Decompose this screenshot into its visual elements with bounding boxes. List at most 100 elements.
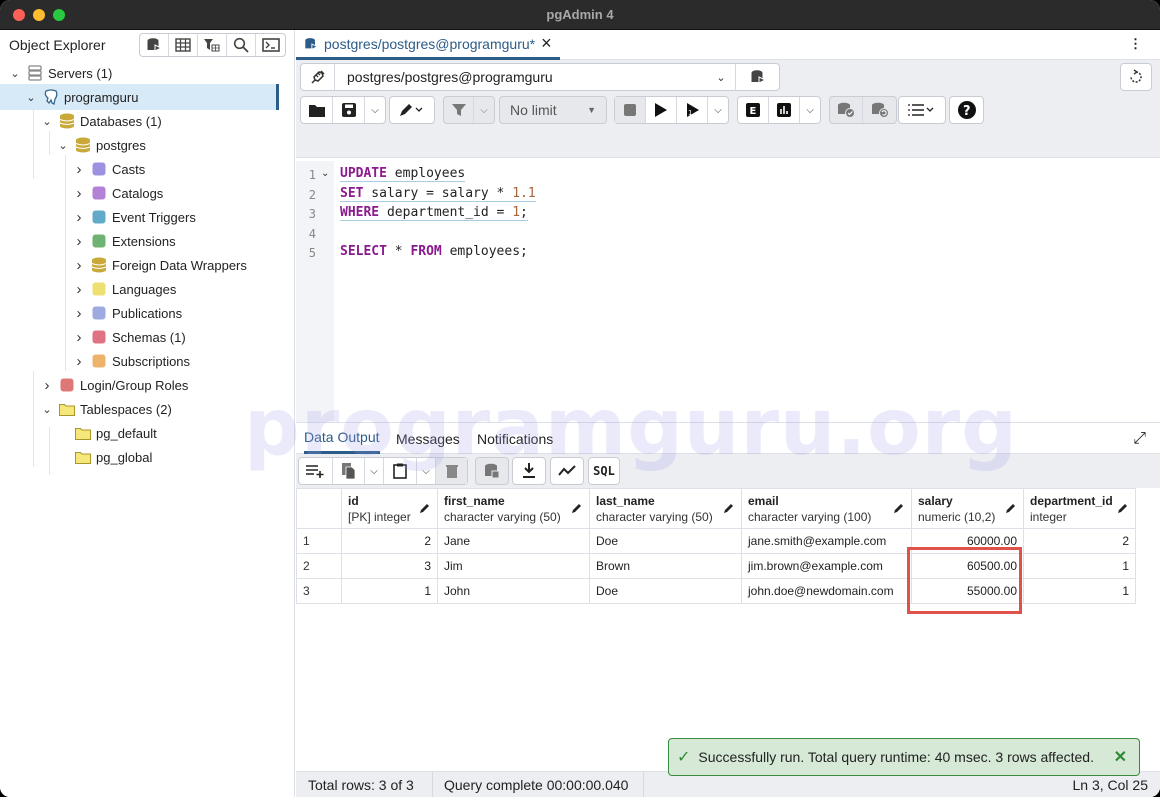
psql-tool-button[interactable] — [256, 34, 285, 56]
cell-email[interactable]: jim.brown@example.com — [741, 553, 912, 579]
commit-button[interactable] — [830, 97, 863, 123]
tree-node-postgres[interactable]: ⌄ postgres — [56, 133, 146, 157]
tree-node-foreign-data-wrappers[interactable]: › Foreign Data Wrappers — [72, 253, 247, 277]
chevron-down-icon[interactable]: ⌄ — [40, 403, 54, 416]
explain-analyze-button[interactable] — [769, 97, 800, 123]
tree-node-casts[interactable]: › Casts — [72, 157, 146, 181]
sql-button[interactable]: SQL — [589, 458, 619, 484]
chevron-right-icon[interactable]: › — [72, 257, 86, 274]
tab-notifications[interactable]: Notifications — [477, 423, 553, 454]
tree-node-schemas-1[interactable]: › Schemas (1) — [72, 325, 186, 349]
chevron-right-icon[interactable]: › — [72, 281, 86, 298]
execute-script-button[interactable]: 1 — [677, 97, 708, 123]
chevron-right-icon[interactable]: › — [72, 233, 86, 250]
column-header-salary[interactable]: salary numeric (10,2) — [911, 488, 1024, 529]
execute-button[interactable] — [646, 97, 677, 123]
edit-column-icon[interactable] — [723, 502, 735, 517]
tab-messages[interactable]: Messages — [396, 423, 460, 454]
expand-output-icon[interactable]: ⤢ — [1133, 430, 1146, 448]
tree-node-pg-default[interactable]: pg_default — [56, 421, 157, 445]
tree-node-subscriptions[interactable]: › Subscriptions — [72, 349, 191, 373]
cell-last-name[interactable]: Doe — [589, 528, 742, 554]
tree-node-event-triggers[interactable]: › Event Triggers — [72, 205, 196, 229]
chevron-right-icon[interactable]: › — [72, 185, 86, 202]
chevron-right-icon[interactable]: › — [72, 329, 86, 346]
save-options-dropdown[interactable]: ⌵ — [365, 97, 385, 123]
chevron-down-icon[interactable]: ⌄ — [8, 67, 22, 80]
chevron-right-icon[interactable]: › — [72, 161, 86, 178]
cell-last-name[interactable]: Brown — [589, 553, 742, 579]
chevron-down-icon[interactable]: ⌄ — [707, 71, 735, 84]
tree-node-extensions[interactable]: › Extensions — [72, 229, 176, 253]
filter-dropdown[interactable]: ⌵ — [474, 97, 494, 123]
cell-department-id[interactable]: 1 — [1023, 553, 1136, 579]
rollback-button[interactable] — [863, 97, 896, 123]
new-connection-button[interactable] — [735, 64, 779, 90]
tree-node-databases-1[interactable]: ⌄ Databases (1) — [40, 109, 162, 133]
graph-visualiser-button[interactable] — [551, 458, 583, 484]
tree-node-tablespaces-2[interactable]: ⌄ Tablespaces (2) — [40, 397, 171, 421]
tree-node-publications[interactable]: › Publications — [72, 301, 183, 325]
download-csv-button[interactable] — [513, 458, 545, 484]
tree-node-programguru[interactable]: ⌄ programguru — [24, 85, 138, 109]
cell-id[interactable]: 3 — [341, 553, 438, 579]
search-objects-button[interactable] — [227, 34, 256, 56]
macros-button[interactable] — [899, 97, 945, 123]
row-number[interactable]: 1 — [296, 528, 342, 554]
cell-email[interactable]: john.doe@newdomain.com — [741, 578, 912, 604]
save-file-button[interactable] — [333, 97, 365, 123]
close-toast-icon[interactable]: ✕ — [1114, 747, 1127, 767]
cell-last-name[interactable]: Doe — [589, 578, 742, 604]
more-options-icon[interactable]: ⋮ — [1129, 36, 1142, 52]
tab-data-output[interactable]: Data Output — [304, 423, 380, 454]
column-header-first-name[interactable]: first_name character varying (50) — [437, 488, 590, 529]
save-data-button[interactable] — [476, 458, 508, 484]
paste-button[interactable] — [384, 458, 417, 484]
chevron-down-icon[interactable]: ⌄ — [24, 91, 38, 104]
row-limit-select[interactable]: No limit ▼ — [499, 96, 607, 124]
query-tool-button[interactable] — [140, 34, 169, 56]
cell-id[interactable]: 2 — [341, 528, 438, 554]
cell-first-name[interactable]: John — [437, 578, 590, 604]
help-button[interactable]: ? — [950, 97, 983, 123]
edit-column-icon[interactable] — [419, 502, 431, 517]
chevron-down-icon[interactable]: ⌄ — [56, 139, 70, 152]
close-tab-icon[interactable]: × — [541, 33, 552, 54]
chevron-right-icon[interactable]: › — [72, 209, 86, 226]
filter-button[interactable] — [444, 97, 474, 123]
chevron-right-icon[interactable]: › — [72, 353, 86, 370]
copy-button[interactable] — [333, 458, 365, 484]
editor-tab[interactable]: postgres/postgres@programguru* × — [296, 30, 560, 60]
tree-node-languages[interactable]: › Languages — [72, 277, 177, 301]
explain-options-dropdown[interactable]: ⌵ — [800, 97, 820, 123]
row-number[interactable]: 3 — [296, 578, 342, 604]
fold-chevron-icon[interactable]: ⌄ — [321, 168, 329, 179]
chevron-right-icon[interactable]: › — [40, 377, 54, 394]
delete-row-button[interactable] — [436, 458, 467, 484]
tree-node-login-group-roles[interactable]: › Login/Group Roles — [40, 373, 189, 397]
tree-node-pg-global[interactable]: pg_global — [56, 445, 152, 469]
copy-options-dropdown[interactable]: ⌵ — [365, 458, 384, 484]
column-header-department-id[interactable]: department_id integer — [1023, 488, 1136, 529]
cell-department-id[interactable]: 2 — [1023, 528, 1136, 554]
chevron-down-icon[interactable]: ⌄ — [40, 115, 54, 128]
sql-editor[interactable]: 1 ⌄ 2 3 4 5 UPDATE employees SET salary … — [296, 161, 1160, 422]
cell-id[interactable]: 1 — [341, 578, 438, 604]
edit-column-icon[interactable] — [1005, 502, 1017, 517]
paste-options-dropdown[interactable]: ⌵ — [417, 458, 436, 484]
execute-options-dropdown[interactable]: ⌵ — [708, 97, 728, 123]
edit-column-icon[interactable] — [571, 502, 583, 517]
column-header-id[interactable]: id [PK] integer — [341, 488, 438, 529]
view-data-button[interactable] — [169, 34, 198, 56]
column-header-email[interactable]: email character varying (100) — [741, 488, 912, 529]
open-file-button[interactable] — [301, 97, 333, 123]
edit-column-icon[interactable] — [1117, 502, 1129, 517]
add-row-button[interactable] — [299, 458, 333, 484]
cell-first-name[interactable]: Jane — [437, 528, 590, 554]
edit-button[interactable] — [390, 97, 434, 123]
refresh-button[interactable] — [1120, 63, 1152, 91]
cell-first-name[interactable]: Jim — [437, 553, 590, 579]
connection-selector[interactable]: postgres/postgres@programguru ⌄ — [300, 63, 780, 91]
column-header-last-name[interactable]: last_name character varying (50) — [589, 488, 742, 529]
filtered-rows-button[interactable] — [198, 34, 227, 56]
